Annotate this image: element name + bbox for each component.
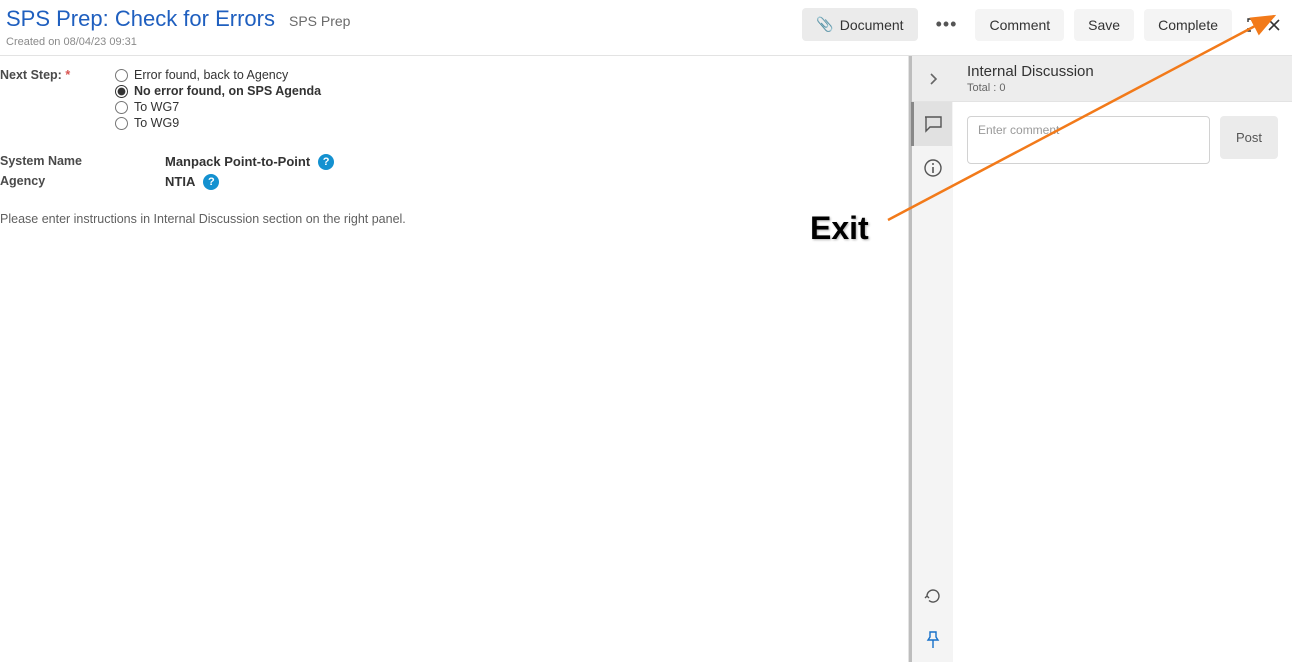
close-icon[interactable]: [1266, 17, 1282, 33]
side-bottom-icons: [912, 574, 953, 662]
discussion-tab-icon[interactable]: [911, 102, 952, 146]
agency-info-icon[interactable]: ?: [203, 174, 219, 190]
paperclip-icon: 📎: [816, 16, 833, 33]
discussion-body: Post: [953, 102, 1292, 178]
radio-error-found-label: Error found, back to Agency: [134, 68, 288, 82]
form-area: Next Step: * Error found, back to Agency…: [0, 56, 908, 662]
radio-error-found[interactable]: Error found, back to Agency: [115, 68, 321, 82]
radio-no-error[interactable]: No error found, on SPS Agenda: [115, 84, 321, 98]
title-row: SPS Prep: Check for Errors SPS Prep: [6, 6, 350, 32]
discussion-title: Internal Discussion: [967, 63, 1278, 80]
instructions-text: Please enter instructions in Internal Di…: [0, 212, 908, 226]
side-icon-bar: [909, 56, 953, 662]
complete-button[interactable]: Complete: [1144, 9, 1232, 41]
system-name-info-icon[interactable]: ?: [318, 154, 334, 170]
document-button[interactable]: 📎 Document: [802, 8, 917, 41]
comment-input[interactable]: [967, 116, 1210, 164]
radio-wg7[interactable]: To WG7: [115, 100, 321, 114]
discussion-header: Internal Discussion Total : 0: [953, 56, 1292, 102]
post-button[interactable]: Post: [1220, 116, 1278, 159]
radio-wg9[interactable]: To WG9: [115, 116, 321, 130]
header-bar: SPS Prep: Check for Errors SPS Prep Crea…: [0, 0, 1292, 56]
radio-wg9-label: To WG9: [134, 116, 179, 130]
comment-button-label: Comment: [989, 17, 1050, 33]
system-name-value: Manpack Point-to-Point: [165, 154, 310, 169]
next-step-label-text: Next Step:: [0, 68, 62, 82]
agency-label: Agency: [0, 174, 165, 188]
comment-button[interactable]: Comment: [975, 9, 1064, 41]
info-tab-icon[interactable]: [912, 146, 953, 190]
complete-button-label: Complete: [1158, 17, 1218, 33]
collapse-panel-button[interactable]: [912, 56, 953, 102]
window-controls: [1246, 17, 1282, 33]
created-on-text: Created on 08/04/23 09:31: [6, 36, 350, 48]
radio-no-error-input[interactable]: [115, 85, 128, 98]
save-button-label: Save: [1088, 17, 1120, 33]
page-title: SPS Prep: Check for Errors: [6, 6, 275, 32]
page-subtitle: SPS Prep: [289, 13, 350, 29]
side-panel: Internal Discussion Total : 0 Post: [908, 56, 1292, 662]
radio-wg7-input[interactable]: [115, 101, 128, 114]
main-area: Next Step: * Error found, back to Agency…: [0, 56, 1292, 662]
required-asterisk: *: [65, 68, 70, 82]
system-name-row: System Name Manpack Point-to-Point ?: [0, 152, 908, 172]
side-content: Internal Discussion Total : 0 Post: [953, 56, 1292, 662]
radio-wg9-input[interactable]: [115, 117, 128, 130]
header-left: SPS Prep: Check for Errors SPS Prep Crea…: [6, 6, 350, 48]
document-button-label: Document: [840, 17, 904, 33]
next-step-radio-list: Error found, back to Agency No error fou…: [115, 68, 321, 130]
refresh-icon[interactable]: [912, 574, 953, 618]
post-button-label: Post: [1236, 130, 1262, 145]
save-button[interactable]: Save: [1074, 9, 1134, 41]
header-actions: 📎 Document ••• Comment Save Complete: [802, 6, 1282, 41]
agency-value: NTIA: [165, 174, 195, 189]
discussion-total: Total : 0: [967, 82, 1278, 94]
more-actions-button[interactable]: •••: [928, 10, 966, 39]
fullscreen-icon[interactable]: [1246, 17, 1262, 33]
next-step-label: Next Step: *: [0, 68, 115, 82]
radio-error-found-input[interactable]: [115, 69, 128, 82]
system-name-label: System Name: [0, 154, 165, 168]
agency-row: Agency NTIA ?: [0, 172, 908, 192]
pin-icon[interactable]: [912, 618, 953, 662]
next-step-row: Next Step: * Error found, back to Agency…: [0, 66, 908, 132]
radio-no-error-label: No error found, on SPS Agenda: [134, 84, 321, 98]
radio-wg7-label: To WG7: [134, 100, 179, 114]
